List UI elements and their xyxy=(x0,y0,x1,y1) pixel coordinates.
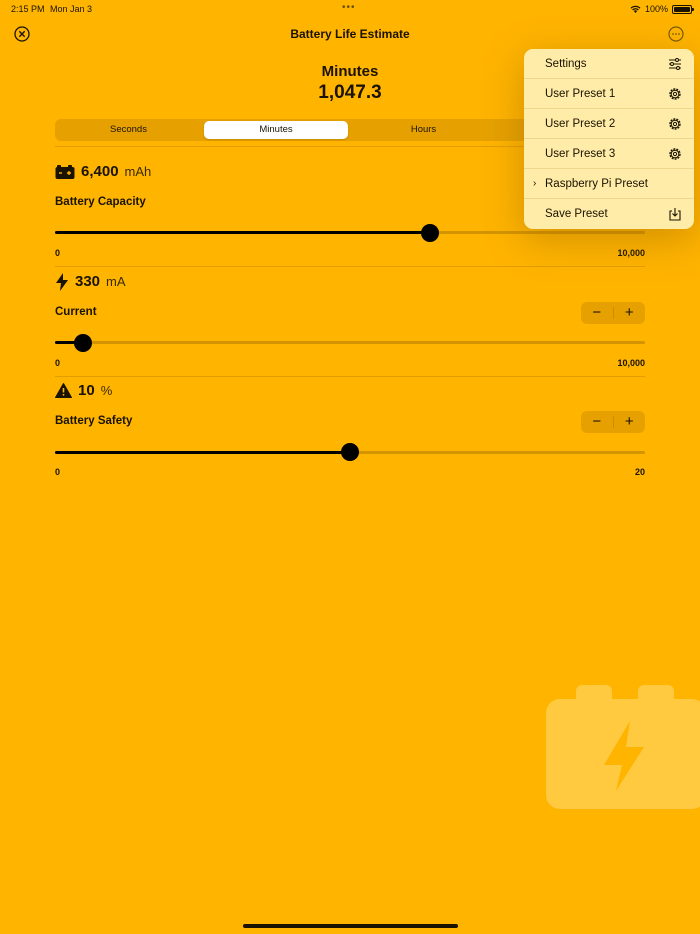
menu-item-user-preset-3[interactable]: User Preset 3 xyxy=(524,139,694,169)
current-min: 0 xyxy=(55,358,61,368)
safety-max: 20 xyxy=(634,467,645,477)
menu-item-user-preset-2[interactable]: User Preset 2 xyxy=(524,109,694,139)
segment-minutes[interactable]: Minutes xyxy=(204,121,348,139)
menu-item-user-preset-1[interactable]: User Preset 1 xyxy=(524,79,694,109)
wifi-icon xyxy=(630,5,641,13)
gear-icon xyxy=(669,148,681,160)
safety-unit: % xyxy=(100,383,113,398)
current-slider-thumb[interactable] xyxy=(74,334,92,352)
current-decrement-button[interactable]: − xyxy=(581,302,613,324)
capacity-min: 0 xyxy=(55,248,61,258)
safety-value-row: 10 % xyxy=(55,382,112,399)
safety-label: Battery Safety xyxy=(55,415,133,427)
menu-item-label: Settings xyxy=(545,58,587,70)
warning-icon xyxy=(55,383,72,398)
capacity-label: Battery Capacity xyxy=(55,196,146,208)
menu-item-settings[interactable]: Settings xyxy=(524,49,694,79)
menu-item-label: User Preset 2 xyxy=(545,118,616,130)
status-date: Mon Jan 3 xyxy=(50,4,93,14)
current-slider[interactable] xyxy=(55,341,645,344)
options-menu: Settings User Preset 1 User Preset 2 Use… xyxy=(524,49,694,229)
capacity-slider-thumb[interactable] xyxy=(421,224,439,242)
safety-slider-fill xyxy=(55,451,350,454)
capacity-value: 6,400 xyxy=(81,163,119,180)
battery-status-icon xyxy=(672,4,694,14)
bolt-icon xyxy=(56,273,68,291)
current-max: 10,000 xyxy=(617,358,645,368)
divider xyxy=(55,376,645,377)
safety-value: 10 xyxy=(78,382,95,399)
page-title: Battery Life Estimate xyxy=(290,27,410,41)
current-unit: mA xyxy=(106,274,126,289)
current-value: 330 xyxy=(75,273,101,290)
status-bar: 2:15 PM Mon Jan 3 ••• 100% xyxy=(0,0,700,18)
menu-item-label: User Preset 3 xyxy=(545,148,616,160)
download-icon xyxy=(669,208,681,221)
current-label: Current xyxy=(55,306,97,318)
home-indicator[interactable] xyxy=(243,924,458,928)
segment-seconds[interactable]: Seconds xyxy=(55,119,202,141)
battery-percent: 100% xyxy=(644,4,668,14)
capacity-slider[interactable] xyxy=(55,231,645,234)
current-stepper[interactable]: − + xyxy=(581,302,645,324)
safety-min: 0 xyxy=(55,467,61,477)
sliders-icon xyxy=(669,58,681,70)
multitasking-dots-icon[interactable]: ••• xyxy=(342,2,356,13)
capacity-slider-fill xyxy=(55,231,430,234)
menu-item-label: User Preset 1 xyxy=(545,88,616,100)
menu-item-save-preset[interactable]: Save Preset xyxy=(524,199,694,229)
menu-item-label: Save Preset xyxy=(545,208,608,220)
capacity-value-row: 6,400 mAh xyxy=(55,163,151,180)
status-right: 100% xyxy=(630,4,694,14)
segment-hours[interactable]: Hours xyxy=(350,119,497,141)
capacity-unit: mAh xyxy=(124,164,152,179)
battery-watermark-icon xyxy=(546,685,700,809)
gear-icon xyxy=(669,118,681,130)
status-time: 2:15 PM xyxy=(11,4,45,14)
menu-item-label: Raspberry Pi Preset xyxy=(545,178,648,190)
current-increment-button[interactable]: + xyxy=(614,302,646,324)
safety-slider-thumb[interactable] xyxy=(341,443,359,461)
gear-icon xyxy=(669,88,681,100)
current-value-row: 330 mA xyxy=(55,273,126,291)
safety-increment-button[interactable]: + xyxy=(614,411,646,433)
safety-stepper[interactable]: − + xyxy=(581,411,645,433)
ellipsis-circle-icon[interactable] xyxy=(668,26,684,42)
capacity-max: 10,000 xyxy=(617,248,645,258)
battery-icon xyxy=(55,164,75,179)
divider xyxy=(55,266,645,267)
safety-decrement-button[interactable]: − xyxy=(581,411,613,433)
chevron-right-icon: › xyxy=(533,178,537,189)
menu-item-raspberry-pi-preset[interactable]: › Raspberry Pi Preset xyxy=(524,169,694,199)
